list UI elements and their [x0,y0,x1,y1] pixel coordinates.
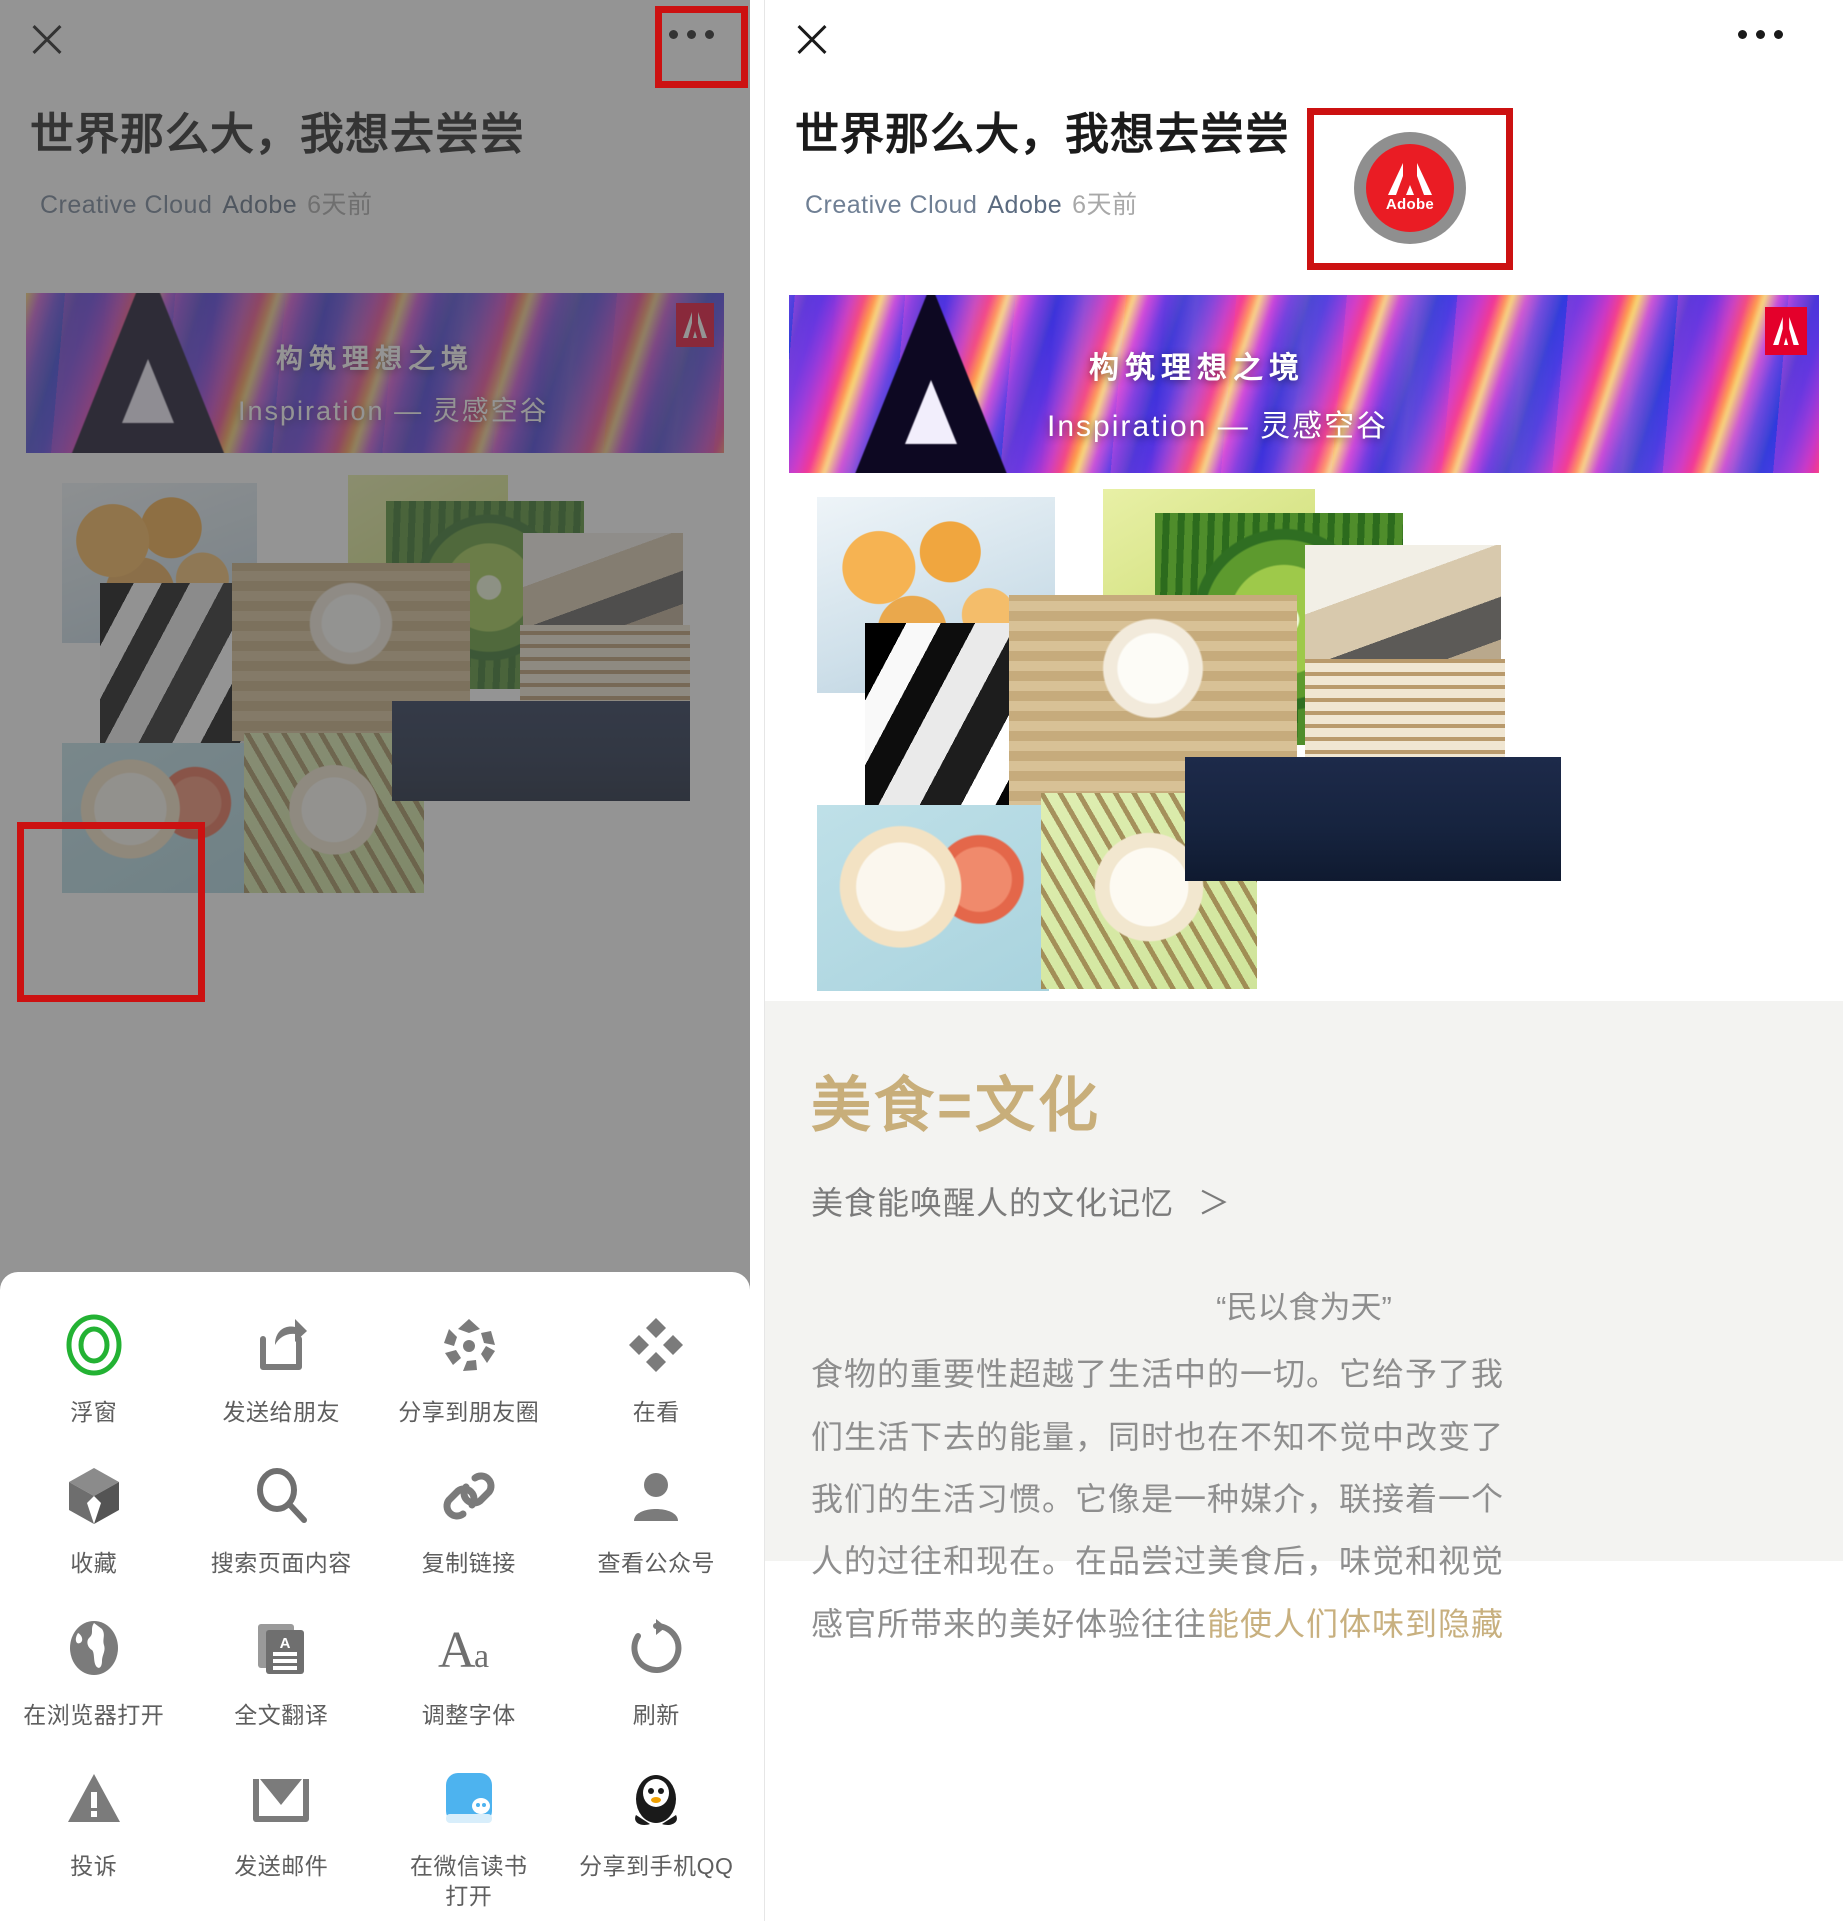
action-item-label: 分享到朋友圈 [398,1398,540,1425]
action-item-label: 浮窗 [70,1398,118,1425]
floating-window-icon [61,1312,127,1378]
two-screenshot-comparison: 世界那么大，我想去尝尝 Creative Cloud Adobe 6天前 构筑理想之… [0,0,1843,1921]
action-item-label: 在看 [632,1398,680,1425]
action-item-label: 发送给朋友 [222,1398,340,1425]
action-item-translate[interactable]: A 全文翻译 [188,1589,376,1740]
action-item-label: 搜索页面内容 [210,1550,352,1577]
adobe-logo-icon: Adobe [1366,144,1454,232]
more-options-icon[interactable] [1738,30,1783,39]
action-item-label: 复制链接 [421,1550,516,1577]
action-sheet-row: 投诉 发送邮件 在微信读书 打开 分享到手机QQ [0,1740,750,1921]
brand-name[interactable]: Adobe [987,191,1062,219]
more-options-action-sheet: 浮窗 发送给朋友 分享到朋友圈 在看 收藏 搜索页面内容 复制链接 查看公众号 … [0,1271,750,1921]
action-item-send-to-friend[interactable]: 发送给朋友 [188,1286,376,1437]
account-avatar-box[interactable]: Adobe [1312,112,1508,264]
section-subheading[interactable]: 美食能唤醒人的文化记忆 ＞ [811,1178,1797,1224]
action-item-search-page[interactable]: 搜索页面内容 [188,1437,376,1588]
action-item-adjust-font[interactable]: A a 调整字体 [375,1589,563,1740]
collage-tile [1185,841,1561,993]
right-screenshot: 世界那么大，我想去尝尝 Creative Cloud Adobe 6天前 Adobe [764,0,1843,1921]
article-page: 世界那么大，我想去尝尝 Creative Cloud Adobe 6天前 Adobe [765,0,1843,1921]
food-collage [765,489,1843,1002]
action-sheet-row: 收藏 搜索页面内容 复制链接 查看公众号 [0,1437,750,1588]
article-banner: 构筑理想之境 Inspiration — 灵感空谷 [789,295,1819,474]
action-item-label: 分享到手机QQ [579,1853,734,1880]
action-item-label: 投诉 [70,1853,118,1880]
mail-icon [248,1766,314,1832]
paragraph-line-mixed: 感官所带来的美好体验往往能使人们体味到隐藏 [811,1593,1797,1655]
chevron-right-icon: ＞ [1197,1185,1231,1222]
collage-tile [817,805,1049,992]
article-paragraph: 食物的重要性超越了生活中的一切。它给予了我 们生活下去的能量，同时也在不知不觉中… [811,1343,1797,1655]
panel-divider [750,0,764,1921]
action-item-open-in-browser[interactable]: 在浏览器打开 [0,1589,188,1740]
translate-icon: A [248,1615,314,1681]
favorite-box-icon [61,1463,127,1529]
globe-icon [61,1615,127,1681]
action-item-label: 查看公众号 [597,1550,715,1577]
section-heading: 美食=文化 [811,1072,1102,1140]
paragraph-line: 我们的生活习惯。它像是一种媒介，联接着一个 [811,1480,1505,1517]
adobe-logo-chip [1765,307,1807,356]
moments-icon [436,1312,502,1378]
person-icon [623,1463,689,1529]
right-topbar [765,0,1843,80]
adobe-a-shape [850,295,1011,474]
paragraph-line: 人的过往和现在。在品尝过美食后，味觉和视觉 [811,1543,1505,1580]
action-item-label: 收藏 [70,1550,118,1577]
action-item-refresh[interactable]: 刷新 [563,1589,751,1740]
section-subheading-text: 美食能唤醒人的文化记忆 [811,1185,1175,1222]
action-item-copy-link[interactable]: 复制链接 [375,1437,563,1588]
wow-icon [623,1312,689,1378]
svg-text:a: a [474,1638,489,1675]
action-item-label: 刷新 [632,1701,680,1728]
avatar[interactable]: Adobe [1354,132,1466,244]
refresh-icon [623,1615,689,1681]
action-item-wow[interactable]: 在看 [563,1286,751,1437]
wechat-reading-icon [436,1766,502,1832]
article-body: 美食=文化 美食能唤醒人的文化记忆 ＞ “民以食为天” 食物的重要性超越了生活中… [765,1001,1843,1642]
avatar-wordmark: Adobe [1385,196,1435,213]
search-icon [248,1463,314,1529]
action-item-label: 在浏览器打开 [23,1701,165,1728]
action-item-moments[interactable]: 分享到朋友圈 [375,1286,563,1437]
action-sheet-row: 在浏览器打开 A 全文翻译 A a 调整字体 刷新 [0,1589,750,1740]
paragraph-line-prefix: 感官所带来的美好体验往往 [811,1605,1208,1642]
article-meta: Creative Cloud Adobe 6天前 [795,185,1813,221]
paragraph-line-highlight: 能使人们体味到隐藏 [1207,1605,1505,1642]
action-item-complain[interactable]: 投诉 [0,1740,188,1921]
article-quote: “民以食为天” [1216,1290,1392,1326]
action-item-floating-window[interactable]: 浮窗 [0,1286,188,1437]
svg-text:A: A [438,1622,476,1677]
page-title: 世界那么大，我想去尝尝 [795,110,1290,159]
action-item-view-account[interactable]: 查看公众号 [563,1437,751,1588]
publish-time: 6天前 [1072,191,1138,220]
qq-icon [623,1766,689,1832]
action-item-label: 在微信读书 打开 [410,1853,528,1909]
warning-icon [61,1766,127,1832]
banner-subline: Inspiration — 灵感空谷 [1047,410,1389,444]
paragraph-line: 食物的重要性超越了生活中的一切。它给予了我 [811,1356,1505,1393]
account-name[interactable]: Creative Cloud [805,191,977,219]
action-item-wechat-reading[interactable]: 在微信读书 打开 [375,1740,563,1921]
close-icon[interactable] [791,18,833,60]
action-sheet-row: 浮窗 发送给朋友 分享到朋友圈 在看 [0,1286,750,1437]
action-item-send-mail[interactable]: 发送邮件 [188,1740,376,1921]
link-icon [436,1463,502,1529]
left-screenshot: 世界那么大，我想去尝尝 Creative CloudAdobe6天前 构筑理想之… [0,0,750,1921]
svg-text:A: A [280,1635,291,1652]
paragraph-line: 们生活下去的能量，同时也在不知不觉中改变了 [811,1418,1505,1455]
action-item-label: 发送邮件 [234,1853,329,1880]
action-item-share-qq[interactable]: 分享到手机QQ [563,1740,751,1921]
share-to-friend-icon [248,1312,314,1378]
font-size-icon: A a [436,1615,502,1681]
action-item-favorite[interactable]: 收藏 [0,1437,188,1588]
banner-headline: 构筑理想之境 [1089,352,1305,386]
action-item-label: 全文翻译 [234,1701,329,1728]
action-item-label: 调整字体 [421,1701,516,1728]
